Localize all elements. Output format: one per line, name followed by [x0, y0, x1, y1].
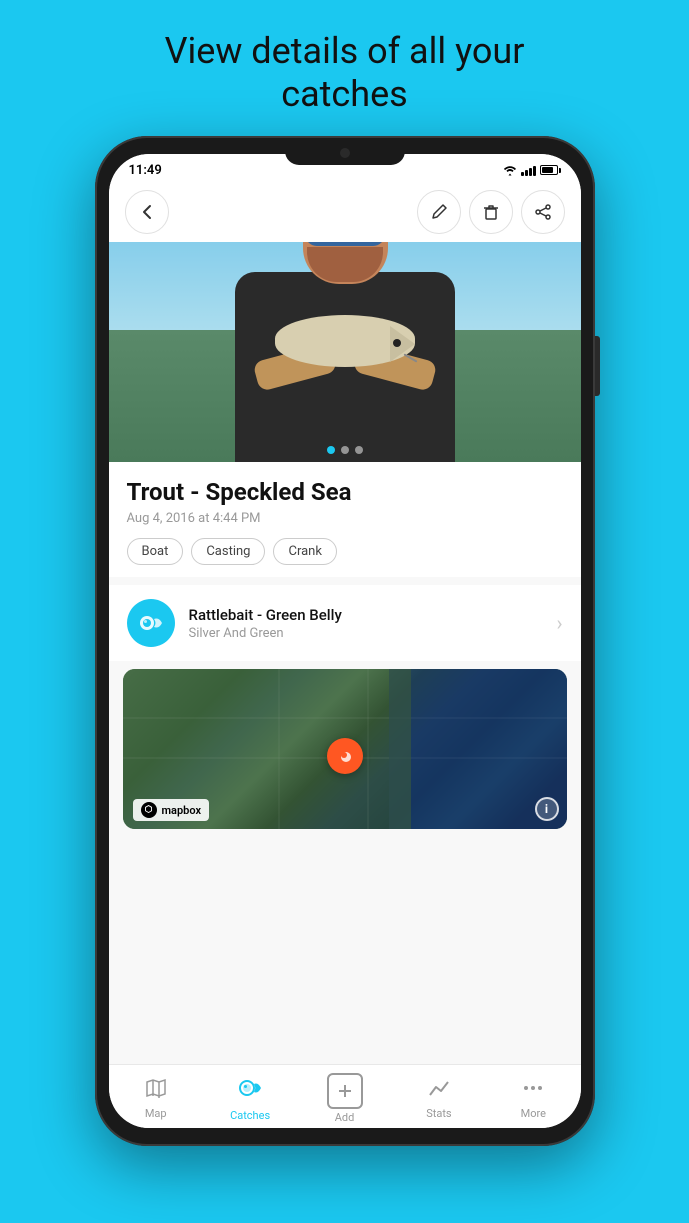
lure-item[interactable]: Rattlebait - Green Belly Silver And Gree…	[109, 585, 581, 661]
mapbox-logo-mark: ⬡	[141, 802, 157, 818]
nav-item-more[interactable]: More	[486, 1073, 580, 1124]
nav-item-add[interactable]: Add	[297, 1073, 391, 1124]
map-pin	[327, 738, 363, 774]
headline-line1: View details of all your	[165, 30, 525, 72]
phone-device: 11:49	[95, 136, 595, 1146]
tags-row: Boat Casting Crank	[127, 538, 563, 565]
bottom-nav: Map Catches	[109, 1064, 581, 1128]
catches-nav-icon	[237, 1075, 263, 1107]
tag-crank[interactable]: Crank	[273, 538, 336, 565]
tag-casting[interactable]: Casting	[191, 538, 265, 565]
nav-label-catches: Catches	[230, 1109, 270, 1122]
content-area: Trout - Speckled Sea Aug 4, 2016 at 4:44…	[109, 462, 581, 1064]
signal-icon	[521, 164, 536, 176]
chevron-right-icon: ›	[556, 611, 562, 635]
mapbox-label: mapbox	[162, 804, 202, 817]
mapbox-logo: ⬡ mapbox	[133, 799, 210, 821]
lure-icon	[127, 599, 175, 647]
dot-1	[327, 446, 335, 454]
map-nav-icon	[145, 1077, 167, 1105]
more-nav-icon	[522, 1077, 544, 1105]
lure-color: Silver And Green	[189, 626, 557, 641]
phone-screen: 11:49	[109, 154, 581, 1128]
status-icons	[503, 164, 561, 176]
camera-dot	[340, 148, 350, 158]
add-nav-icon	[327, 1073, 363, 1109]
phone-notch	[285, 141, 405, 165]
hero-image	[109, 242, 581, 462]
map-section[interactable]: ⬡ mapbox i	[123, 669, 567, 829]
status-time: 11:49	[129, 163, 162, 178]
image-indicator	[327, 446, 363, 454]
battery-icon	[540, 165, 561, 175]
headline-line2: catches	[281, 73, 408, 115]
lure-name: Rattlebait - Green Belly	[189, 606, 557, 624]
catch-date: Aug 4, 2016 at 4:44 PM	[127, 511, 563, 526]
delete-button[interactable]	[469, 190, 513, 234]
lure-info: Rattlebait - Green Belly Silver And Gree…	[189, 606, 557, 641]
nav-item-catches[interactable]: Catches	[203, 1073, 297, 1124]
page-headline: View details of all your catches	[135, 30, 555, 116]
tag-boat[interactable]: Boat	[127, 538, 184, 565]
dot-2	[341, 446, 349, 454]
dot-3	[355, 446, 363, 454]
catch-header: Trout - Speckled Sea Aug 4, 2016 at 4:44…	[109, 462, 581, 577]
back-button[interactable]	[125, 190, 169, 234]
action-bar	[109, 182, 581, 242]
nav-label-add: Add	[335, 1111, 355, 1124]
map-info-button[interactable]: i	[535, 797, 559, 821]
catch-title: Trout - Speckled Sea	[127, 478, 563, 507]
nav-label-map: Map	[145, 1107, 167, 1120]
nav-item-stats[interactable]: Stats	[392, 1073, 486, 1124]
nav-label-stats: Stats	[426, 1107, 451, 1120]
share-button[interactable]	[521, 190, 565, 234]
stats-nav-icon	[428, 1077, 450, 1105]
info-icon: i	[545, 802, 548, 816]
volume-button	[595, 336, 600, 396]
nav-item-map[interactable]: Map	[109, 1073, 203, 1124]
nav-label-more: More	[521, 1107, 546, 1120]
wifi-icon	[503, 164, 517, 176]
edit-button[interactable]	[417, 190, 461, 234]
